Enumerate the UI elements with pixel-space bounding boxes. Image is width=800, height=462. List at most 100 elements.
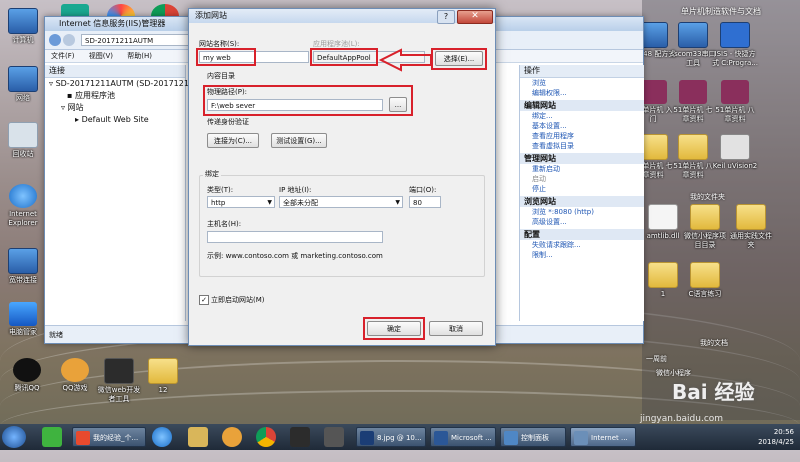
action-link[interactable]: 查看应用程序: [520, 131, 644, 141]
desktop-icon-right[interactable]: 51单片机 八章资料: [670, 134, 716, 180]
desktop-icon-wechat-dev[interactable]: 微信web开发者工具: [96, 358, 142, 404]
desktop-icon-right[interactable]: sscom33串口工具: [670, 22, 716, 68]
app-icon: [678, 22, 708, 48]
control-panel-icon: [504, 431, 518, 445]
physical-path-input[interactable]: F:\web sever: [207, 99, 383, 111]
action-link[interactable]: 查看虚拟目录: [520, 141, 644, 151]
app-pool-label: 应用程序池(L):: [313, 40, 360, 48]
iis-icon: [574, 431, 588, 445]
desktop-icon-right[interactable]: 51单片机 七章资料: [670, 80, 716, 124]
chevron-down-icon: ▼: [267, 199, 272, 206]
physical-path-value: F:\web sever: [211, 102, 256, 110]
close-icon: ✕: [471, 11, 479, 21]
desktop-icon-computer[interactable]: 计算机: [0, 8, 46, 45]
select-app-pool-button[interactable]: 选择(E)...: [435, 51, 483, 66]
action-link[interactable]: 基本设置...: [520, 121, 644, 131]
action-link[interactable]: 编辑权限...: [520, 88, 644, 98]
tree-node-default-site[interactable]: ▸ Default Web Site: [49, 114, 185, 126]
start-now-label: 立即启动网站(M): [211, 296, 265, 304]
chrome-taskbar-icon[interactable]: [256, 427, 276, 447]
tree-node-app-pools[interactable]: ▪ 应用程序池: [49, 90, 185, 102]
taskbar-item-label: Microsoft ...: [451, 434, 492, 442]
action-link[interactable]: 失败请求跟踪...: [520, 240, 644, 250]
action-link[interactable]: 绑定...: [520, 111, 644, 121]
start-button[interactable]: [2, 426, 26, 448]
desktop-icon-qq-game[interactable]: QQ游戏: [52, 358, 98, 393]
clock-time: 20:56: [773, 428, 794, 436]
app-taskbar-icon[interactable]: [324, 427, 344, 447]
action-link[interactable]: 重新启动: [520, 164, 644, 174]
forward-icon[interactable]: [63, 34, 75, 46]
taskbar-item-browser[interactable]: 我的经验_个...: [72, 427, 146, 447]
ok-button[interactable]: 确定: [367, 321, 421, 336]
back-icon[interactable]: [49, 34, 61, 46]
taskbar-item-iis[interactable]: Internet ...: [570, 427, 636, 447]
iis-title: Internet 信息服务(IIS)管理器: [59, 19, 166, 28]
broadband-icon: [8, 248, 38, 274]
desktop-icon-keil[interactable]: Keil uVision2: [712, 134, 758, 171]
site-name-input[interactable]: my web: [199, 51, 309, 63]
port-value: 80: [413, 199, 422, 207]
connect-as-button[interactable]: 连接为(C)...: [207, 133, 259, 148]
ie-taskbar-icon[interactable]: [152, 427, 172, 447]
iqiyi-icon[interactable]: [42, 427, 62, 447]
desktop-icon-right[interactable]: ISIS - 快捷方式 C:Progra...: [712, 22, 758, 68]
browse-button[interactable]: ...: [389, 97, 407, 112]
desktop-icon-right[interactable]: 通用实践文件夹: [728, 204, 774, 250]
keil-icon: [720, 134, 750, 160]
address-text: SD-20171211AUTM: [85, 37, 154, 45]
desktop-icon-network[interactable]: 网络: [0, 66, 46, 103]
port-input[interactable]: 80: [409, 196, 441, 208]
qq-taskbar-icon[interactable]: [222, 427, 242, 447]
cancel-button[interactable]: 取消: [429, 321, 483, 336]
port-label: 端口(O):: [409, 186, 437, 194]
desktop-icon-qq[interactable]: 腾讯QQ: [4, 358, 50, 393]
menu-help[interactable]: 帮助(H): [127, 52, 152, 60]
action-link[interactable]: 浏览 *:8080 (http): [520, 207, 644, 217]
wechat-dev-taskbar-icon[interactable]: [290, 427, 310, 447]
desktop-icon-broadband[interactable]: 宽带连接: [0, 248, 46, 285]
menu-view[interactable]: 视图(V): [89, 52, 113, 60]
action-link[interactable]: 高级设置...: [520, 217, 644, 227]
desktop-icon-right[interactable]: 微信小程序项目目录: [682, 204, 728, 250]
taskbar-item-photoshop[interactable]: 8.jpg @ 10...: [356, 427, 426, 447]
start-now-checkbox[interactable]: ✓: [199, 295, 209, 305]
desktop-icon-label: Internet Explorer: [8, 210, 38, 227]
desktop-icon-recycle-bin[interactable]: 回收站: [0, 122, 46, 159]
network-icon: [8, 66, 38, 92]
taskbar-item-label: Internet ...: [591, 434, 628, 442]
desktop-icon-right[interactable]: amtlib.dll: [640, 204, 686, 241]
system-tray-clock[interactable]: 20:56 2018/4/25: [722, 424, 800, 450]
cancel-label: 取消: [449, 325, 463, 333]
menu-file[interactable]: 文件(F): [51, 52, 75, 60]
help-button[interactable]: ?: [437, 10, 455, 24]
action-link[interactable]: 限制...: [520, 250, 644, 260]
taskbar-item-word[interactable]: Microsoft ...: [430, 427, 496, 447]
test-settings-button[interactable]: 测试设置(G)...: [271, 133, 327, 148]
desktop-icon-12[interactable]: 12: [140, 358, 186, 395]
desktop-icon-label: 腾讯QQ: [14, 384, 40, 392]
explorer-taskbar-icon[interactable]: [188, 427, 208, 447]
pass-through-auth-label: 传递身份验证: [207, 118, 249, 126]
desktop-icon-right[interactable]: 51单片机 八章资料: [712, 80, 758, 124]
iis-address-field[interactable]: SD-20171211AUTM: [81, 34, 191, 46]
desktop-icon-label: 12: [158, 386, 168, 394]
desktop-icon-right[interactable]: C语言练习: [682, 262, 728, 299]
action-link[interactable]: 启动: [520, 174, 644, 184]
taskbar-item-control-panel[interactable]: 控制面板: [500, 427, 566, 447]
tree-node-sites[interactable]: ▿ 网站: [49, 102, 185, 114]
close-button[interactable]: ✕: [457, 10, 493, 24]
host-name-label: 主机名(H):: [207, 220, 242, 228]
desktop-icon-ie[interactable]: Internet Explorer: [0, 184, 46, 228]
actions-section-header: 配置: [520, 229, 644, 240]
desktop-icon-pc-manager[interactable]: 电脑管家: [0, 302, 46, 337]
desktop-icon-right[interactable]: 1: [640, 262, 686, 299]
host-name-input[interactable]: [207, 231, 383, 243]
folder-icon: [690, 262, 720, 288]
action-link[interactable]: 浏览: [520, 78, 644, 88]
type-select[interactable]: http ▼: [207, 196, 275, 208]
action-link[interactable]: 停止: [520, 184, 644, 194]
tree-node-server[interactable]: ▿ SD-20171211AUTM (SD-20171211AUTM: [49, 78, 217, 90]
ip-address-select[interactable]: 全部未分配 ▼: [279, 196, 403, 208]
connections-pane: 连接 ▿ SD-20171211AUTM (SD-20171211AUTM ▪ …: [45, 65, 217, 321]
